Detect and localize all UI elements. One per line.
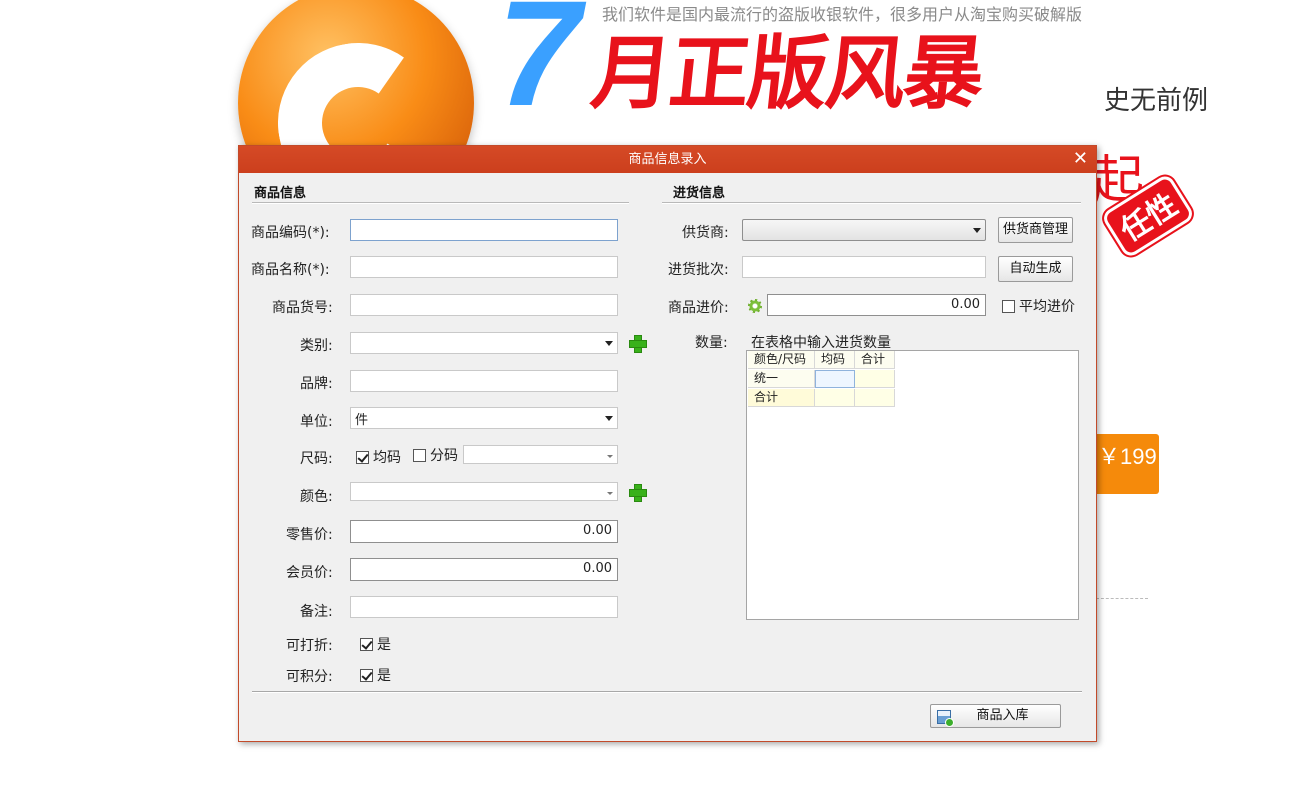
purchase-info-section-title: 进货信息: [673, 186, 726, 201]
size-group-select[interactable]: [463, 445, 618, 464]
grid-header-uniform: 均码: [815, 351, 855, 369]
close-icon[interactable]: ✕: [1073, 146, 1088, 173]
stock-in-button[interactable]: 商品入库: [930, 704, 1061, 728]
unit-label: 单位:: [300, 414, 333, 430]
grid-row-label: 统一: [748, 370, 815, 388]
dialog-titlebar[interactable]: 商品信息录入 ✕: [239, 146, 1096, 173]
grid-cell: [815, 389, 855, 407]
product-name-input[interactable]: [350, 256, 618, 278]
cost-price-label: 商品进价:: [668, 300, 729, 316]
points-label: 可积分:: [286, 669, 333, 685]
color-select[interactable]: [350, 482, 618, 501]
product-name-label: 商品名称(*):: [251, 262, 330, 278]
retail-price-input[interactable]: 0.00: [350, 520, 618, 543]
discount-checkbox[interactable]: [360, 638, 373, 651]
footer-divider: [252, 691, 1082, 693]
promo-subhead: 史无前例: [1104, 86, 1209, 116]
uniform-size-label: 均码: [373, 450, 401, 466]
section-divider: [662, 202, 1081, 204]
split-size-checkbox[interactable]: [413, 449, 426, 462]
discount-label: 可打折:: [286, 638, 333, 654]
product-entry-dialog: 商品信息录入 ✕ 商品信息 商品编码(*): 商品名称(*): 商品货号: 类别…: [238, 145, 1097, 742]
product-code-label: 商品编码(*):: [251, 225, 330, 241]
grid-header-color-size: 颜色/尺码: [748, 351, 815, 369]
quantity-hint: 在表格中输入进货数量: [751, 335, 891, 351]
points-value: 是: [377, 668, 391, 684]
quantity-label: 数量:: [695, 335, 728, 351]
batch-input[interactable]: [742, 256, 986, 278]
remark-input[interactable]: [350, 596, 618, 618]
unit-value: 件: [355, 413, 369, 428]
add-category-icon[interactable]: [629, 335, 647, 353]
uniform-size-checkbox[interactable]: [356, 451, 369, 464]
color-label: 颜色:: [300, 489, 333, 505]
stock-in-label: 商品入库: [976, 708, 1029, 723]
supplier-label: 供货商:: [682, 225, 729, 241]
supplier-select[interactable]: [742, 219, 986, 241]
batch-label: 进货批次:: [668, 262, 729, 278]
gear-icon[interactable]: [748, 299, 762, 313]
quantity-grid[interactable]: 颜色/尺码 均码 合计 统一 合计: [746, 350, 1079, 620]
grid-cell: [855, 389, 895, 407]
cost-price-input[interactable]: 0.00: [767, 294, 986, 316]
promo-headline: 月正版风暴: [587, 27, 987, 120]
stock-in-icon: [937, 710, 954, 727]
retail-price-label: 零售价:: [286, 527, 333, 543]
add-color-icon[interactable]: [629, 484, 647, 502]
promo-seven: 7: [497, 0, 581, 137]
discount-value: 是: [377, 637, 391, 653]
points-checkbox[interactable]: [360, 669, 373, 682]
category-label: 类别:: [300, 338, 333, 354]
brand-input[interactable]: [350, 370, 618, 392]
auto-generate-button[interactable]: 自动生成: [998, 256, 1073, 282]
item-no-label: 商品货号:: [272, 300, 333, 316]
grid-cell: [855, 370, 895, 388]
promo-price: ￥199: [1096, 434, 1159, 494]
average-cost-checkbox[interactable]: [1002, 300, 1015, 313]
unit-select[interactable]: 件: [350, 407, 618, 429]
member-price-input[interactable]: 0.00: [350, 558, 618, 581]
product-code-input[interactable]: [350, 219, 618, 241]
category-select[interactable]: [350, 332, 618, 354]
promo-tagline: 我们软件是国内最流行的盗版收银软件，很多用户从淘宝购买破解版: [602, 5, 1083, 24]
split-size-label: 分码: [430, 448, 458, 464]
member-price-label: 会员价:: [286, 565, 333, 581]
grid-row-label: 合计: [748, 389, 815, 407]
grid-header-total: 合计: [855, 351, 895, 369]
section-divider: [252, 202, 629, 204]
average-cost-label: 平均进价: [1019, 299, 1075, 315]
brand-label: 品牌:: [300, 376, 333, 392]
divider: [1096, 598, 1148, 599]
supplier-manage-button[interactable]: 供货商管理: [998, 217, 1073, 243]
dialog-title: 商品信息录入: [628, 152, 707, 167]
item-no-input[interactable]: [350, 294, 618, 316]
size-label: 尺码:: [300, 451, 333, 467]
product-info-section-title: 商品信息: [254, 186, 307, 201]
grid-cell[interactable]: [815, 370, 855, 388]
remark-label: 备注:: [300, 604, 333, 620]
